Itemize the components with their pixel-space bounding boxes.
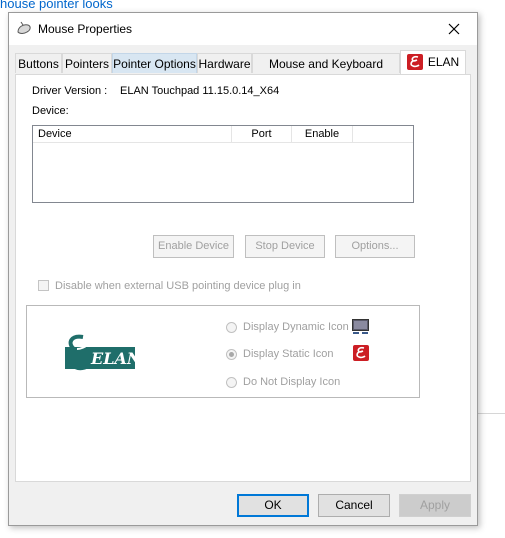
disable-usb-checkbox[interactable]	[38, 280, 49, 291]
mouse-icon	[17, 21, 31, 34]
column-enable[interactable]: Enable	[292, 126, 353, 142]
tab-elan[interactable]: ELAN	[400, 50, 466, 74]
title-bar[interactable]: Mouse Properties	[9, 13, 477, 45]
device-list[interactable]: Device Port Enable	[32, 125, 414, 203]
column-port[interactable]: Port	[232, 126, 292, 142]
tab-pointers[interactable]: Pointers	[62, 53, 112, 73]
window-title: Mouse Properties	[38, 22, 133, 36]
radio-dynamic-icon-label: Display Dynamic Icon	[243, 321, 349, 333]
elan-tab-panel: Driver Version : ELAN Touchpad 11.15.0.1…	[15, 74, 471, 482]
ok-button[interactable]: OK	[237, 494, 309, 517]
tab-hardware[interactable]: Hardware	[197, 53, 252, 73]
elan-logo: ELAN	[61, 331, 137, 381]
radio-static-icon[interactable]	[226, 349, 237, 360]
radio-no-icon[interactable]	[226, 377, 237, 388]
radio-static-icon-label: Display Static Icon	[243, 348, 334, 360]
device-list-header: Device Port Enable	[33, 126, 413, 143]
tab-pointer-options[interactable]: Pointer Options	[112, 53, 197, 73]
driver-version-label: Driver Version :	[32, 85, 108, 97]
apply-button[interactable]: Apply	[399, 494, 471, 517]
elan-icon	[406, 53, 423, 70]
options-button[interactable]: Options...	[335, 235, 415, 258]
background-divider	[478, 413, 505, 414]
tab-buttons[interactable]: Buttons	[15, 53, 62, 73]
close-icon	[448, 23, 460, 35]
background-link[interactable]: house pointer looks	[0, 0, 113, 11]
enable-device-button[interactable]: Enable Device	[153, 235, 234, 258]
driver-version-value: ELAN Touchpad 11.15.0.14_X64	[120, 85, 280, 97]
radio-no-icon-label: Do Not Display Icon	[243, 376, 341, 388]
elan-logo-text: ELAN	[90, 349, 137, 368]
tab-mouse-keyboard-center[interactable]: Mouse and Keyboard Center	[252, 53, 400, 91]
disable-usb-label: Disable when external USB pointing devic…	[55, 280, 301, 292]
device-label: Device:	[32, 105, 69, 117]
mouse-properties-dialog: Mouse Properties Buttons Pointers Pointe…	[8, 12, 478, 526]
tray-monitor-icon	[352, 319, 369, 334]
elan-red-icon	[353, 345, 369, 361]
stop-device-button[interactable]: Stop Device	[245, 235, 325, 258]
tab-elan-label: ELAN	[427, 55, 460, 69]
column-device[interactable]: Device	[33, 126, 232, 142]
cancel-button[interactable]: Cancel	[318, 494, 390, 517]
close-button[interactable]	[431, 13, 477, 45]
radio-dynamic-icon[interactable]	[226, 322, 237, 333]
display-icon-group: ELAN Display Dynamic Icon Display Static…	[26, 305, 420, 398]
